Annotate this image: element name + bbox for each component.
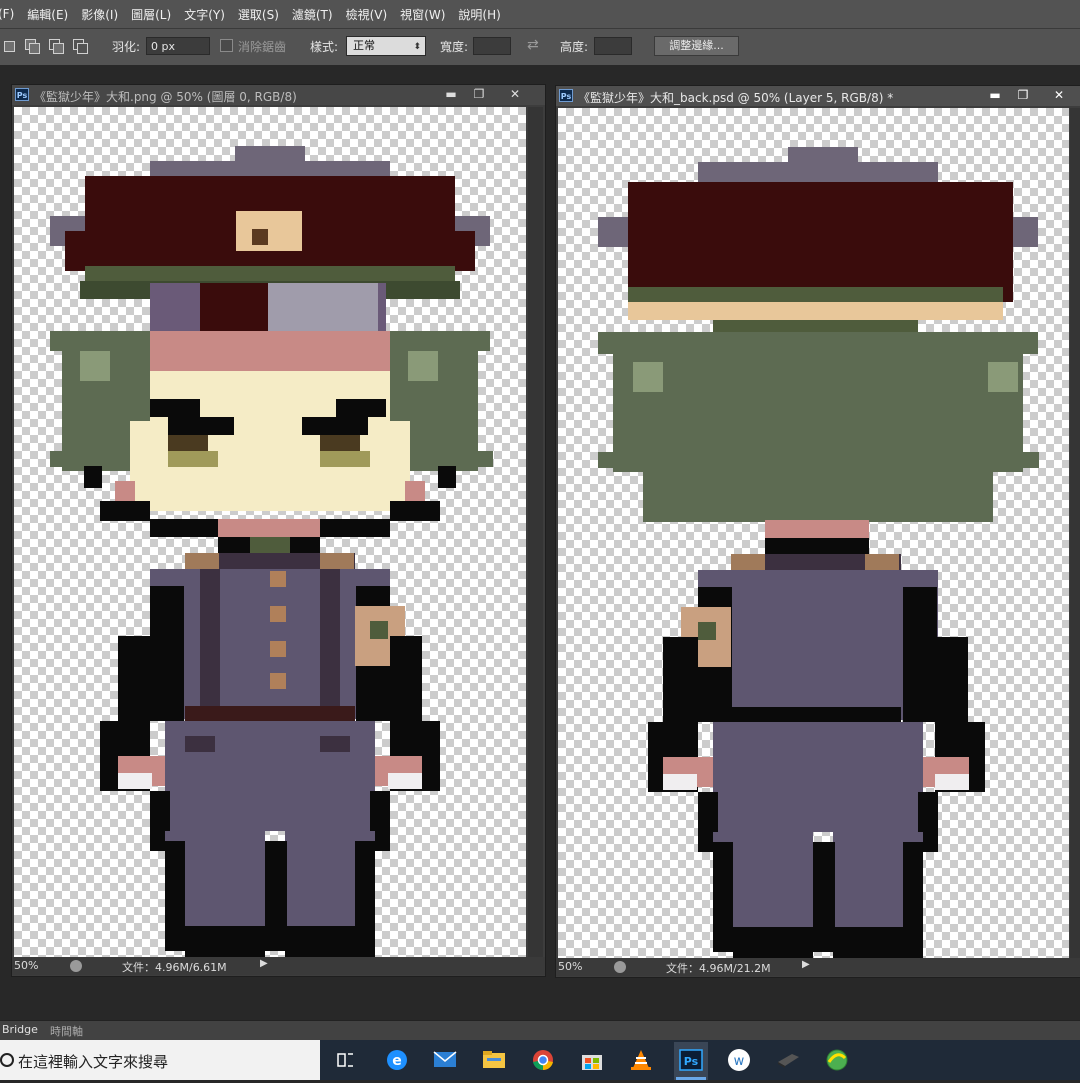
sprite-back-view — [598, 147, 1039, 958]
document-window-back: Ps 《監獄少年》大和_back.psd @ 50% (Layer 5, RGB… — [555, 85, 1080, 978]
status-bar: 50% 文件：4.96M/6.61M ▶ — [12, 957, 545, 975]
vertical-scrollbar[interactable] — [528, 107, 543, 957]
style-select-value: 正常 — [353, 39, 375, 52]
menu-bar: (F) 編輯(E) 影像(I) 圖層(L) 文字(Y) 選取(S) 濾鏡(T) … — [0, 0, 1080, 28]
status-menu-arrow-icon[interactable]: ▶ — [260, 958, 268, 969]
menu-layer[interactable]: 圖層(L) — [131, 6, 171, 23]
task-view-icon[interactable] — [333, 1048, 359, 1072]
select-arrows-icon: ⬍ — [413, 42, 421, 52]
menu-edit[interactable]: 編輯(E) — [27, 6, 68, 23]
menu-window[interactable]: 視窗(W) — [400, 6, 445, 23]
swap-icon[interactable]: ⇄ — [527, 37, 539, 53]
wps-icon[interactable]: w — [726, 1048, 752, 1072]
photoshop-icon: Ps — [15, 88, 29, 101]
menu-filter[interactable]: 濾鏡(T) — [292, 6, 333, 23]
style-label: 樣式: — [310, 40, 339, 54]
menu-view[interactable]: 檢視(V) — [346, 6, 388, 23]
zoom-level[interactable]: 50% — [14, 959, 38, 972]
vertical-scrollbar[interactable] — [1070, 108, 1080, 958]
height-label: 高度: — [560, 40, 589, 54]
status-menu-arrow-icon[interactable]: ▶ — [802, 959, 810, 970]
windows-taskbar: 在這裡輸入文字來搜尋 e Ps w — [0, 1040, 1080, 1080]
canvas-back[interactable] — [558, 108, 1069, 958]
minimize-button[interactable]: ▬ — [438, 86, 464, 103]
menu-file[interactable]: (F) — [0, 7, 14, 21]
options-bar: 羽化: 0 px 消除鋸齒 樣式: 正常 ⬍ 寬度: ⇄ 高度: 調整邊緣... — [0, 28, 1080, 66]
status-share-icon[interactable] — [70, 960, 82, 972]
status-share-icon[interactable] — [614, 961, 626, 973]
bottom-panel-bar: Bridge 時間軸 — [0, 1020, 1080, 1041]
restore-button[interactable]: ❐ — [1010, 87, 1036, 104]
antialias-checkbox[interactable] — [220, 39, 233, 52]
status-bar: 50% 文件：4.96M/21.2M ▶ — [556, 958, 1080, 976]
store-icon[interactable] — [579, 1048, 605, 1072]
file-size-info: 文件：4.96M/6.61M — [122, 961, 227, 974]
height-input[interactable] — [594, 37, 632, 55]
antialias-label: 消除鋸齒 — [238, 40, 287, 54]
edge-browser-icon[interactable]: e — [384, 1048, 410, 1072]
file-explorer-icon[interactable] — [481, 1048, 507, 1072]
feather-label: 羽化: — [112, 40, 141, 54]
green-app-icon[interactable] — [824, 1048, 850, 1072]
file-size-info: 文件：4.96M/21.2M — [666, 962, 771, 975]
workspace: Ps 《監獄少年》大和.png @ 50% (圖層 0, RGB/8) ▬ ❐ … — [0, 65, 1080, 1020]
mail-icon[interactable] — [432, 1048, 458, 1072]
refine-edge-button[interactable]: 調整邊緣... — [654, 36, 739, 56]
document-title: 《監獄少年》大和.png @ 50% (圖層 0, RGB/8) — [34, 90, 297, 104]
photoshop-taskbar-icon[interactable]: Ps — [674, 1042, 708, 1080]
chrome-icon[interactable] — [530, 1048, 556, 1072]
style-select[interactable]: 正常 ⬍ — [346, 36, 426, 56]
document-window-front: Ps 《監獄少年》大和.png @ 50% (圖層 0, RGB/8) ▬ ❐ … — [11, 84, 546, 977]
restore-button[interactable]: ❐ — [466, 86, 492, 103]
sprite-front-view — [50, 146, 493, 957]
menu-image[interactable]: 影像(I) — [81, 6, 118, 23]
width-label: 寬度: — [440, 40, 469, 54]
new-selection-icon[interactable] — [2, 38, 18, 54]
search-placeholder: 在這裡輸入文字來搜尋 — [18, 1053, 169, 1071]
intersect-selection-icon[interactable] — [72, 38, 88, 54]
width-input[interactable] — [473, 37, 511, 55]
tab-bridge[interactable]: Bridge — [2, 1023, 38, 1036]
zoom-level[interactable]: 50% — [558, 960, 582, 973]
menu-type[interactable]: 文字(Y) — [184, 6, 225, 23]
photoshop-icon: Ps — [559, 89, 573, 102]
taskbar-search-box[interactable]: 在這裡輸入文字來搜尋 — [0, 1040, 320, 1080]
subtract-selection-icon[interactable] — [48, 38, 64, 54]
svg-text:Ps: Ps — [684, 1055, 699, 1068]
feather-input[interactable]: 0 px — [146, 37, 210, 55]
document-titlebar[interactable]: Ps 《監獄少年》大和_back.psd @ 50% (Layer 5, RGB… — [556, 86, 1080, 106]
close-button[interactable]: ✕ — [502, 86, 528, 103]
add-selection-icon[interactable] — [24, 38, 40, 54]
search-icon — [0, 1053, 14, 1067]
close-button[interactable]: ✕ — [1046, 87, 1072, 104]
menu-help[interactable]: 說明(H) — [458, 6, 500, 23]
document-titlebar[interactable]: Ps 《監獄少年》大和.png @ 50% (圖層 0, RGB/8) ▬ ❐ … — [12, 85, 545, 105]
document-title: 《監獄少年》大和_back.psd @ 50% (Layer 5, RGB/8)… — [578, 91, 894, 105]
menu-select[interactable]: 選取(S) — [238, 6, 279, 23]
svg-text:w: w — [734, 1054, 745, 1069]
canvas-front[interactable] — [14, 107, 526, 957]
dark-app-icon[interactable] — [775, 1048, 801, 1072]
vlc-icon[interactable] — [628, 1048, 654, 1072]
svg-text:e: e — [392, 1053, 402, 1069]
minimize-button[interactable]: ▬ — [982, 87, 1008, 104]
tab-timeline[interactable]: 時間軸 — [50, 1023, 83, 1039]
